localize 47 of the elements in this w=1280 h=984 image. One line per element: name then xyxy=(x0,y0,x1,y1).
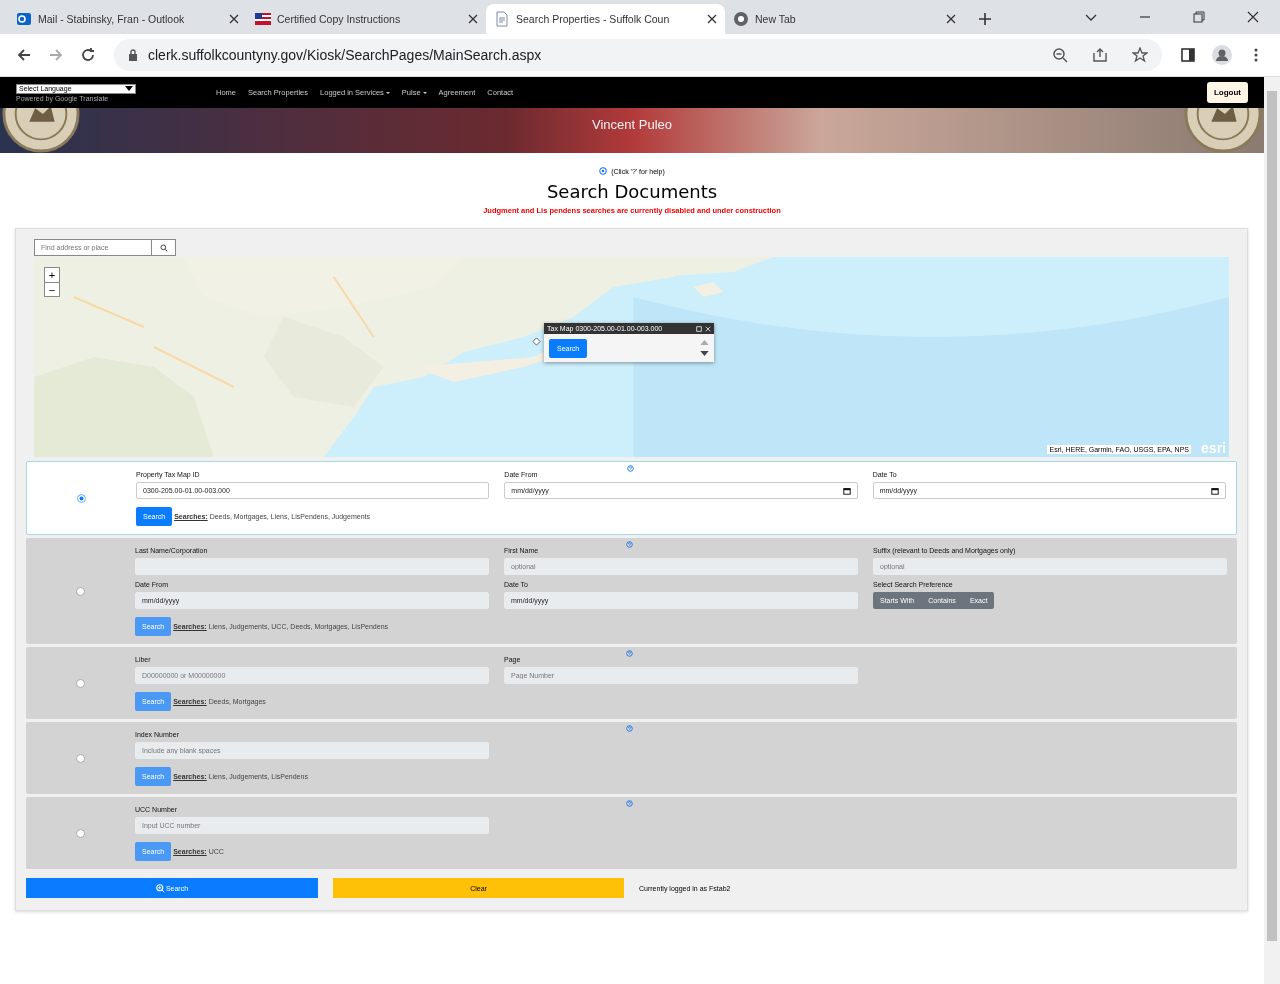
help-icon[interactable] xyxy=(627,465,634,472)
side-panel-icon[interactable] xyxy=(1180,47,1196,63)
help-icon[interactable] xyxy=(599,167,608,175)
caret-icon xyxy=(125,86,133,91)
reload-icon[interactable] xyxy=(80,47,96,63)
new-tab-icon[interactable] xyxy=(978,12,992,26)
document-icon xyxy=(494,11,510,27)
scrollbar[interactable] xyxy=(1264,77,1280,984)
browser-tab[interactable]: New Tab xyxy=(725,4,964,34)
map-logo: esri xyxy=(1201,441,1226,455)
page-title: Search Documents xyxy=(545,181,719,202)
flag-icon xyxy=(255,11,271,27)
caret-icon xyxy=(385,91,390,94)
down-arrow-icon[interactable] xyxy=(700,351,709,356)
browser-tab[interactable]: Search Properties - Suffolk Coun xyxy=(486,4,725,34)
banner-subtitle: Vincent Puleo xyxy=(592,117,672,132)
star-icon[interactable] xyxy=(1132,47,1148,63)
close-icon[interactable] xyxy=(707,14,717,24)
search-icon xyxy=(155,883,165,893)
close-icon[interactable] xyxy=(468,14,478,24)
radio-button[interactable] xyxy=(77,494,86,503)
browser-tab[interactable]: Mail - Stabinsky, Fran - Outlook xyxy=(8,4,247,34)
browser-tab[interactable]: Certified Copy Instructions xyxy=(247,4,486,34)
address-bar[interactable]: clerk.suffolkcountyny.gov/Kiosk/SearchPages/MainSearch.aspx xyxy=(114,39,1162,71)
mail-icon xyxy=(16,11,32,27)
restore-icon[interactable] xyxy=(1192,10,1206,24)
caret-icon xyxy=(422,91,427,94)
close-icon[interactable] xyxy=(1246,10,1260,24)
share-icon[interactable] xyxy=(1092,47,1108,63)
map-marker-icon xyxy=(532,337,541,346)
close-icon[interactable] xyxy=(229,14,239,24)
radio-button[interactable] xyxy=(76,587,85,596)
back-icon[interactable] xyxy=(16,47,32,63)
maximize-icon[interactable] xyxy=(696,325,702,332)
zoom-icon[interactable] xyxy=(1052,47,1068,63)
radio-button[interactable] xyxy=(76,679,85,688)
search-icon xyxy=(159,243,168,252)
logout-button[interactable]: Logout xyxy=(1206,82,1248,103)
radio-button[interactable] xyxy=(76,754,85,763)
search-button[interactable] xyxy=(152,239,176,256)
calendar-icon[interactable] xyxy=(1211,486,1219,495)
profile-icon[interactable] xyxy=(1212,45,1232,65)
browser-logo-icon xyxy=(733,11,749,27)
close-icon[interactable] xyxy=(946,14,956,24)
lock-icon xyxy=(128,49,138,61)
calendar-icon[interactable] xyxy=(842,486,851,495)
radio-button[interactable] xyxy=(76,829,85,838)
